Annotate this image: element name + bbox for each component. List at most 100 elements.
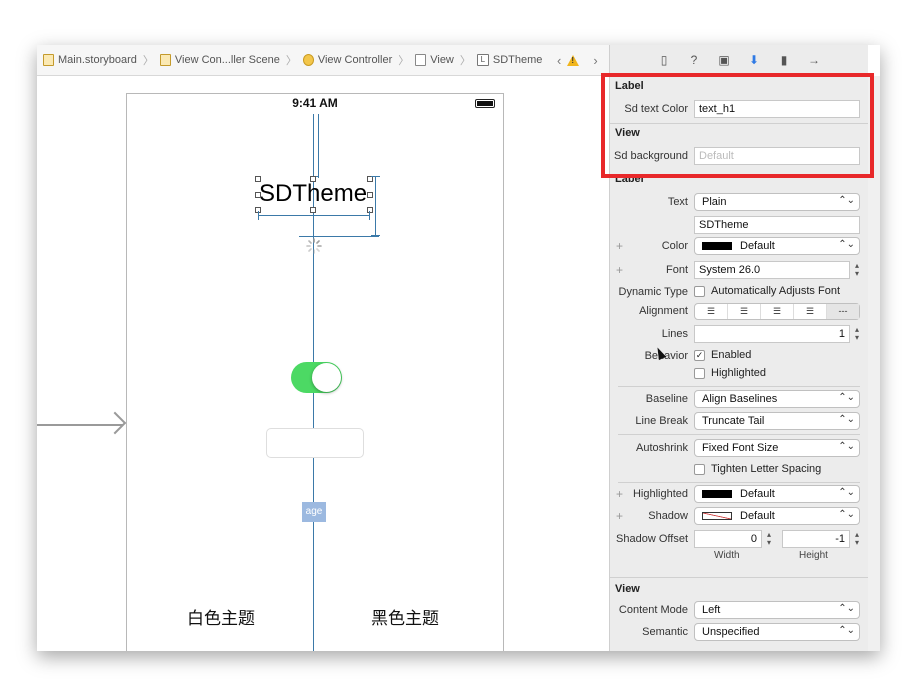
width-guide xyxy=(258,215,370,216)
enabled-checkbox[interactable]: ✓ xyxy=(694,350,705,361)
file-icon[interactable]: ▯ xyxy=(649,53,679,67)
highlighted-color-popup[interactable]: Default ⌃⌄ xyxy=(694,485,860,503)
popup-value: Truncate Tail xyxy=(702,415,765,427)
popup-value: Plain xyxy=(702,196,727,208)
breadcrumb: Main.storyboard 〉 View Con...ller Scene … xyxy=(37,45,609,76)
behavior-row: Behavior ✓ Enabled xyxy=(610,347,868,367)
tighten-row: Tighten Letter Spacing xyxy=(610,461,868,481)
chevron-left-icon[interactable]: ‹ xyxy=(557,53,561,68)
constraint-guide xyxy=(318,114,319,178)
width-caption: Width xyxy=(714,550,740,561)
resize-handle[interactable] xyxy=(255,192,261,198)
identity-icon[interactable]: ▣ xyxy=(709,53,739,67)
align-natural-icon[interactable]: --- xyxy=(827,304,859,319)
lines-label: Lines xyxy=(661,328,688,340)
no-color-swatch xyxy=(702,512,732,521)
stepper-icon[interactable]: ▴ ▾ xyxy=(852,326,862,344)
inspector-tabs: ▯ ? ▣ ⬇ ▮ → xyxy=(610,45,868,76)
iphone-scene[interactable]: 9:41 AM SDTheme age 白色主题 黑色主题 xyxy=(126,93,504,651)
height-guide xyxy=(375,176,376,236)
auto-adjust-checkbox[interactable] xyxy=(694,286,705,297)
highlighted-check-row: Highlighted xyxy=(610,365,868,385)
semantic-row: Semantic Unspecified ⌃⌄ xyxy=(610,623,868,643)
popup-value: Unspecified xyxy=(702,626,760,638)
semantic-label: Semantic xyxy=(642,626,688,638)
battery-icon xyxy=(475,99,495,108)
shadow-offset-label: Shadow Offset xyxy=(616,533,688,545)
lines-row: Lines 1 ▴ ▾ xyxy=(610,325,868,345)
breadcrumb-label: SDTheme xyxy=(492,54,543,66)
chevron-updown-icon: ⌃⌄ xyxy=(838,195,855,206)
color-swatch xyxy=(702,242,732,251)
stepper-icon[interactable]: ▴ ▾ xyxy=(852,531,862,549)
breadcrumb-item-view-controller[interactable]: View Controller xyxy=(302,54,392,66)
text-value-row: SDTheme xyxy=(610,216,868,236)
text-field[interactable] xyxy=(266,428,364,458)
center-x-guide xyxy=(313,154,314,651)
line-break-popup[interactable]: Truncate Tail ⌃⌄ xyxy=(694,412,860,430)
chevron-updown-icon: ⌃⌄ xyxy=(838,414,855,425)
alignment-segmented[interactable]: ☰ ☰ ☰ ☰ --- xyxy=(694,303,860,320)
plus-icon[interactable]: + xyxy=(616,239,623,253)
shadow-label: Shadow xyxy=(648,510,688,522)
chevron-updown-icon: ⌃⌄ xyxy=(838,603,855,614)
help-icon[interactable]: ? xyxy=(679,53,709,67)
behavior-label: Behavior xyxy=(644,350,688,362)
connections-icon[interactable]: → xyxy=(799,53,829,67)
breadcrumb-item-scene[interactable]: View Con...ller Scene xyxy=(159,54,280,66)
popup-value: Default xyxy=(740,488,775,500)
align-left-icon[interactable]: ☰ xyxy=(695,304,728,319)
size-icon[interactable]: ▮ xyxy=(769,53,799,67)
resize-handle[interactable] xyxy=(367,207,373,213)
breadcrumb-item-view[interactable]: View xyxy=(415,54,454,66)
autoshrink-label: Autoshrink xyxy=(636,442,688,454)
color-popup[interactable]: Default ⌃⌄ xyxy=(694,237,860,255)
chevron-updown-icon: ⌃⌄ xyxy=(838,441,855,452)
shadow-height-field[interactable]: -1 xyxy=(782,530,850,548)
align-right-icon[interactable]: ☰ xyxy=(761,304,794,319)
white-theme-button[interactable]: 白色主题 xyxy=(187,604,255,629)
popup-value: Left xyxy=(702,604,721,616)
highlighted-checkbox[interactable] xyxy=(694,368,705,379)
attributes-icon[interactable]: ⬇ xyxy=(739,53,769,67)
storyboard-canvas[interactable]: 9:41 AM SDTheme age 白色主题 黑色主题 xyxy=(37,76,609,651)
resize-handle[interactable] xyxy=(255,176,261,182)
align-justify-icon[interactable]: ☰ xyxy=(794,304,827,319)
font-field[interactable]: System 26.0 xyxy=(694,261,850,279)
plus-icon[interactable]: + xyxy=(616,487,623,501)
text-type-popup[interactable]: Plain ⌃⌄ xyxy=(694,193,860,211)
breadcrumb-label: Main.storyboard xyxy=(58,54,137,66)
text-value-field[interactable]: SDTheme xyxy=(694,216,860,234)
resize-handle[interactable] xyxy=(310,207,316,213)
align-center-icon[interactable]: ☰ xyxy=(728,304,761,319)
warning-icon[interactable]: ! xyxy=(567,54,580,66)
semantic-popup[interactable]: Unspecified ⌃⌄ xyxy=(694,623,860,641)
shadow-width-field[interactable]: 0 xyxy=(694,530,762,548)
plus-icon[interactable]: + xyxy=(616,509,623,523)
black-theme-button[interactable]: 黑色主题 xyxy=(371,604,439,629)
label-icon: L xyxy=(476,54,489,66)
text-label: Text xyxy=(667,196,688,208)
baseline-popup[interactable]: Align Baselines ⌃⌄ xyxy=(694,390,860,408)
content-mode-popup[interactable]: Left ⌃⌄ xyxy=(694,601,860,619)
content-mode-label: Content Mode xyxy=(618,604,688,616)
chevron-right-icon: 〉 xyxy=(285,55,297,67)
autoshrink-popup[interactable]: Fixed Font Size ⌃⌄ xyxy=(694,439,860,457)
sdtheme-label[interactable]: SDTheme xyxy=(259,180,367,208)
theme-switch[interactable] xyxy=(291,362,342,393)
stepper-icon[interactable]: ▴ ▾ xyxy=(764,531,774,549)
resize-handle[interactable] xyxy=(310,176,316,182)
chevron-right-icon[interactable]: › xyxy=(593,53,597,68)
shadow-color-popup[interactable]: Default ⌃⌄ xyxy=(694,507,860,525)
tighten-checkbox[interactable] xyxy=(694,464,705,475)
resize-handle[interactable] xyxy=(367,192,373,198)
image-view-placeholder[interactable]: age xyxy=(302,502,326,522)
baseline-label: Baseline xyxy=(645,393,688,405)
breadcrumb-item-storyboard[interactable]: Main.storyboard xyxy=(43,54,137,66)
breadcrumb-item-sdtheme[interactable]: L SDTheme xyxy=(476,54,543,66)
entry-arrow-head-icon xyxy=(103,411,127,435)
plus-icon[interactable]: + xyxy=(616,263,623,277)
stepper-icon[interactable]: ▴ ▾ xyxy=(852,262,862,280)
lines-field[interactable]: 1 xyxy=(694,325,850,343)
chevron-right-icon: 〉 xyxy=(142,55,154,67)
